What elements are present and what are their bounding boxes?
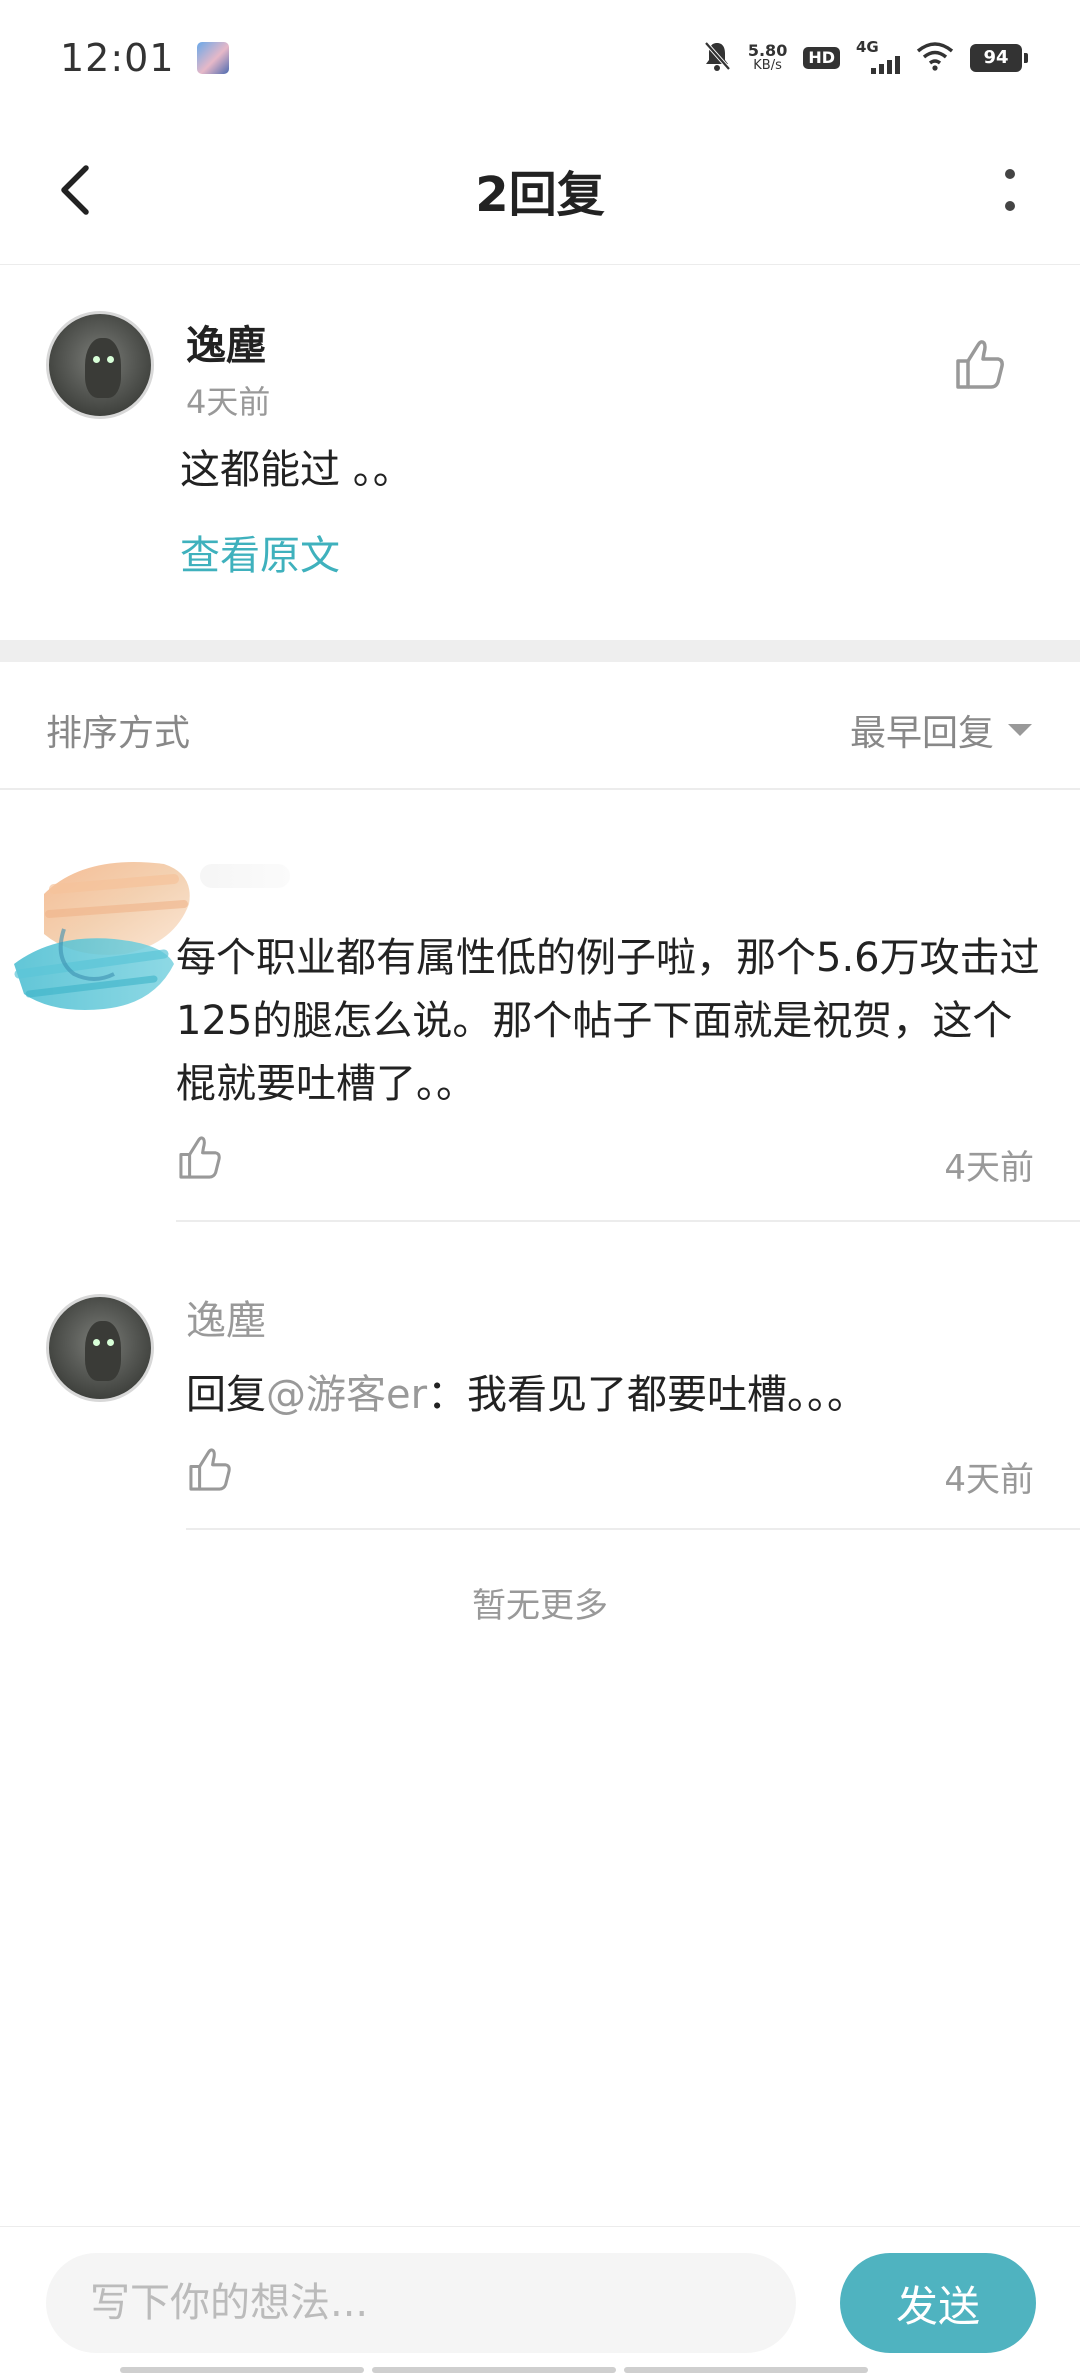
reply-divider [186, 1528, 1080, 1530]
net-speed: 5.80 KB/s [747, 41, 788, 73]
thumbs-up-icon [189, 1448, 231, 1491]
app-notification-icon [196, 41, 229, 74]
reply-text: 回复@游客er：我看见了都要吐槽。。。 [186, 1362, 867, 1420]
reply-like-button[interactable] [184, 1444, 236, 1496]
signal-bars [871, 55, 900, 74]
wifi-icon [916, 41, 954, 75]
sort-selected-value: 最早回复 [849, 713, 994, 754]
comment-time: 4天前 [186, 383, 271, 421]
page-title: 2回复 [475, 167, 605, 223]
battery-icon: 94 [970, 43, 1028, 72]
reply-time: 4天前 [944, 1460, 1034, 1500]
network-type: 4G [856, 37, 879, 56]
status-time: 12:01 [60, 35, 175, 80]
thumbs-up-icon [179, 1136, 221, 1179]
sort-label: 排序方式 [46, 713, 191, 754]
thumbs-up-icon [956, 340, 1004, 389]
section-divider [0, 640, 1080, 662]
send-button[interactable]: 发送 [840, 2253, 1036, 2353]
header-bar: 2回复 [0, 115, 1080, 265]
avatar-cat-shape [85, 338, 121, 398]
caret-down-icon [1008, 724, 1032, 736]
net-speed-unit: KB/s [753, 58, 782, 73]
comment-input[interactable] [46, 2253, 796, 2353]
mention-link[interactable]: @游客er [266, 1372, 427, 1418]
reply-text: 每个职业都有属性低的例子啦，那个5.6万攻击过125的腿怎么说。那个帖子下面就是… [176, 935, 1040, 1107]
more-options-button[interactable] [980, 160, 1040, 220]
like-button[interactable] [950, 335, 1010, 395]
reply-prefix: 回复 [186, 1372, 266, 1418]
status-right: 5.80 KB/s HD 4G 94 [702, 37, 1028, 76]
gesture-bar [120, 2367, 868, 2373]
avatar[interactable] [46, 311, 154, 419]
net-speed-value: 5.80 [747, 41, 788, 60]
comment-author[interactable]: 逸塵 [186, 313, 266, 371]
comment-text: 这都能过 。。 [180, 447, 413, 493]
avatar[interactable] [46, 1294, 154, 1402]
reply-like-button[interactable] [174, 1132, 226, 1184]
sort-row: 排序方式 最早回复 [0, 662, 1080, 790]
cellular-signal-icon: 4G [856, 37, 900, 76]
reply-author[interactable]: 逸塵 [186, 1288, 266, 1346]
view-original-link[interactable]: 查看原文 [180, 523, 340, 581]
more-vertical-icon [1005, 169, 1015, 211]
guest-name-placeholder [200, 864, 290, 888]
status-bar: 12:01 5.80 KB/s HD 4G 94 [0, 0, 1080, 115]
reply-time: 4天前 [944, 1148, 1034, 1188]
reply-item: 每个职业都有属性低的例子啦，那个5.6万攻击过125的腿怎么说。那个帖子下面就是… [0, 792, 1080, 1222]
mute-bell-icon [702, 40, 732, 76]
sort-dropdown[interactable]: 最早回复 [850, 704, 1032, 756]
no-more-label: 暂无更多 [472, 1586, 608, 1626]
hd-badge: HD [803, 46, 840, 69]
status-left: 12:01 [60, 36, 229, 80]
comment-composer: 发送 [0, 2226, 1080, 2376]
reply-item: 逸塵 回复@游客er：我看见了都要吐槽。。。 4天前 [0, 1222, 1080, 1532]
reply-body: ：我看见了都要吐槽。。。 [427, 1372, 868, 1418]
original-comment: 逸塵 4天前 这都能过 。。 查看原文 [0, 265, 1080, 640]
reply-detail-page: 12:01 5.80 KB/s HD 4G 94 2回复 逸塵 4天前 这都能过… [0, 0, 1080, 2376]
